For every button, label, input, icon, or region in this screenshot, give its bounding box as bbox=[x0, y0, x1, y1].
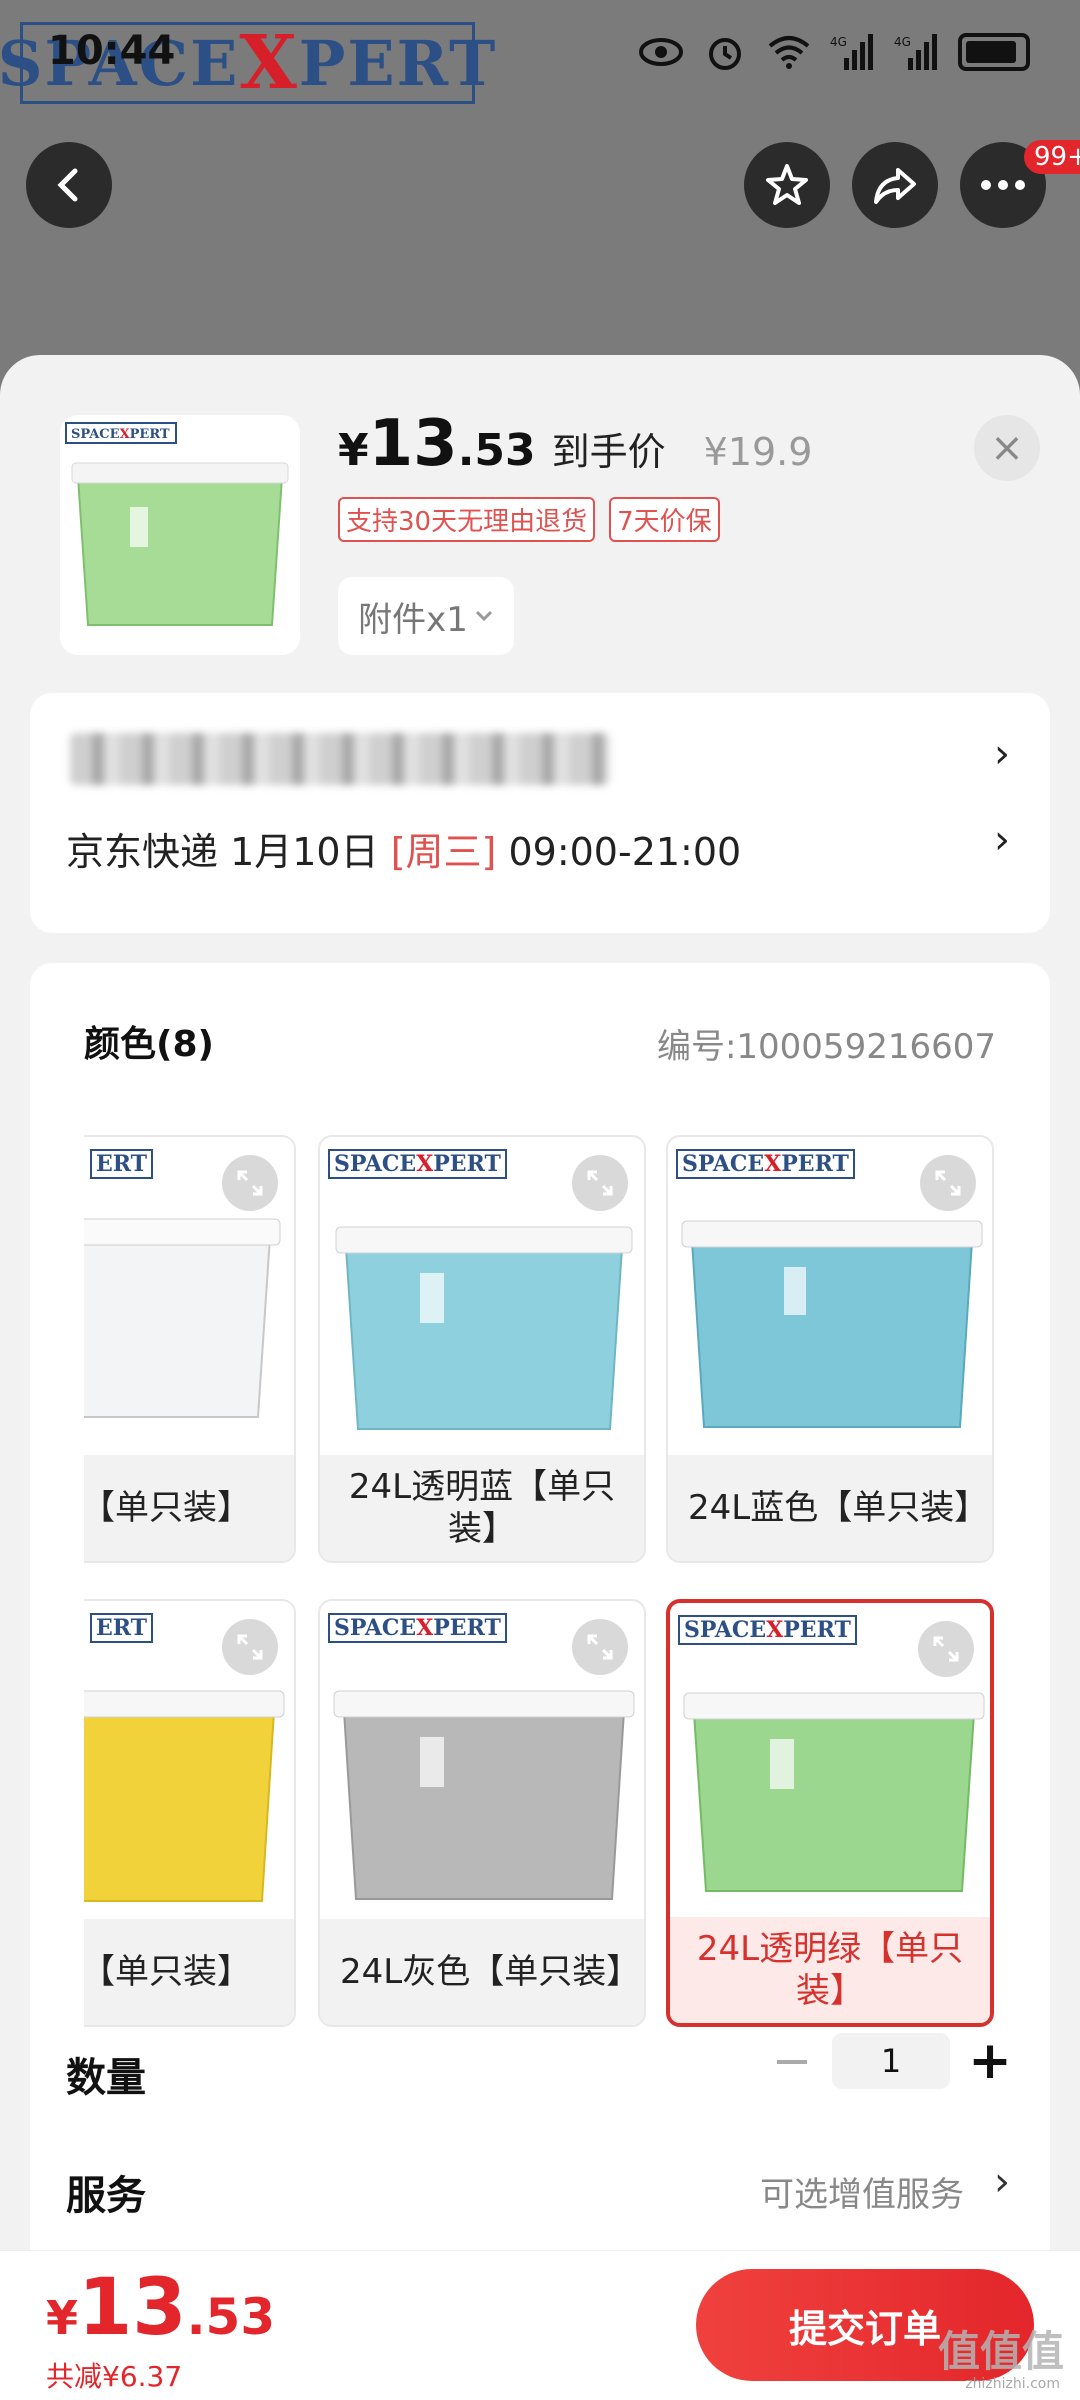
close-icon: × bbox=[990, 425, 1024, 471]
expand-icon[interactable] bbox=[222, 1619, 278, 1675]
variant-tile-gray[interactable]: SPACEXPERT 24L灰色【单只装】 bbox=[318, 1599, 646, 2027]
signal-4g-icon-2: 4G bbox=[894, 34, 937, 70]
notification-badge: 99+ bbox=[1024, 140, 1080, 174]
battery-icon bbox=[958, 33, 1030, 71]
quantity-stepper: − 1 + bbox=[768, 2031, 1014, 2091]
delivery-time[interactable]: 京东快递 1月10日 [周三] 09:00-21:00 bbox=[66, 821, 741, 876]
mini-logo: SPACEXPERT bbox=[328, 1613, 507, 1643]
final-price: ¥13.53 bbox=[338, 407, 536, 481]
chevron-right-icon[interactable]: › bbox=[994, 817, 1010, 863]
mini-logo: SPACEXPERT bbox=[676, 1149, 855, 1179]
signal-4g-icon: 4G bbox=[830, 34, 873, 70]
variant-label: 黄色【单只装】 bbox=[84, 1919, 294, 2025]
product-box-image: SPACEXPERT bbox=[65, 422, 289, 626]
variant-label: 24L蓝色【单只装】 bbox=[668, 1455, 992, 1561]
expand-icon[interactable] bbox=[572, 1155, 628, 1211]
accessory-dropdown[interactable]: 附件x1 bbox=[338, 577, 514, 655]
svg-text:SPACEXPERT: SPACEXPERT bbox=[71, 427, 170, 442]
variant-tile-blue[interactable]: SPACEXPERT 24L蓝色【单只装】 bbox=[666, 1135, 994, 1563]
variant-label: 24L透明蓝【单只装】 bbox=[320, 1455, 644, 1561]
chevron-left-icon bbox=[57, 168, 78, 202]
expand-icon[interactable] bbox=[918, 1621, 974, 1677]
delivery-card: › 京东快递 1月10日 [周三] 09:00-21:00 › bbox=[30, 693, 1050, 933]
decrease-button[interactable]: − bbox=[768, 2033, 816, 2089]
increase-button[interactable]: + bbox=[966, 2031, 1014, 2091]
back-button[interactable] bbox=[26, 142, 112, 228]
saved-amount: 共减¥6.37 bbox=[46, 2360, 183, 2393]
status-time: 10:44 bbox=[48, 28, 176, 74]
quantity-input[interactable]: 1 bbox=[832, 2033, 950, 2089]
status-icons: 4G 4G bbox=[638, 32, 1030, 72]
variant-label: 24L灰色【单只装】 bbox=[320, 1919, 644, 2025]
variant-label: 高透【单只装】 bbox=[84, 1455, 294, 1561]
mini-logo: ERT bbox=[90, 1613, 154, 1643]
wifi-icon bbox=[768, 36, 810, 69]
address-blurred[interactable] bbox=[70, 733, 610, 785]
variants-card: 颜色(8) 编号:100059216607 ERT 高透【单只装】 bbox=[30, 963, 1050, 2400]
price-row: ¥13.53 到手价 ¥19.9 bbox=[338, 407, 812, 481]
svg-text:4G: 4G bbox=[894, 35, 911, 49]
price-suffix: 到手价 bbox=[551, 430, 666, 474]
total-price: ¥13.53 bbox=[46, 2263, 276, 2353]
watermark: 值值值 bbox=[937, 2327, 1064, 2376]
mini-logo: SPACEXPERT bbox=[328, 1149, 507, 1179]
close-button[interactable]: × bbox=[974, 415, 1040, 481]
service-option[interactable]: 可选增值服务 bbox=[760, 2167, 964, 2216]
status-bar: SPACE X PERT 10:44 4G 4G bbox=[0, 0, 1080, 110]
variant-tile-clear-blue[interactable]: SPACEXPERT 24L透明蓝【单只装】 bbox=[318, 1135, 646, 1563]
star-icon bbox=[766, 164, 808, 205]
mini-logo: SPACEXPERT bbox=[678, 1615, 857, 1645]
mini-logo: ERT bbox=[90, 1149, 154, 1179]
accessory-label: 附件x1 bbox=[358, 599, 468, 640]
more-dots-icon bbox=[981, 180, 1025, 190]
sku-number: 编号:100059216607 bbox=[656, 1027, 996, 1067]
chevron-down-icon bbox=[475, 610, 492, 622]
service-tags: 支持30天无理由退货 7天价保 bbox=[338, 497, 720, 542]
expand-icon[interactable] bbox=[572, 1619, 628, 1675]
color-section-title: 颜色(8) bbox=[84, 1024, 214, 1065]
quantity-label: 数量 bbox=[66, 2055, 146, 2101]
expand-icon[interactable] bbox=[222, 1155, 278, 1211]
product-thumbnail[interactable]: SPACEXPERT bbox=[60, 415, 300, 655]
variant-tile-clear[interactable]: ERT 高透【单只装】 bbox=[84, 1135, 296, 1563]
original-price: ¥19.9 bbox=[703, 430, 813, 474]
return-policy-tag: 支持30天无理由退货 bbox=[338, 497, 596, 542]
chevron-right-icon[interactable]: › bbox=[994, 2159, 1010, 2205]
svg-text:4G: 4G bbox=[830, 35, 847, 49]
variant-tile-yellow[interactable]: ERT 黄色【单只装】 bbox=[84, 1599, 296, 2027]
service-label: 服务 bbox=[66, 2173, 146, 2219]
watermark-url: zhizhizhi.com bbox=[965, 2376, 1060, 2392]
chevron-right-icon[interactable]: › bbox=[994, 731, 1010, 777]
checkout-bar: ¥13.53 共减¥6.37 提交订单 bbox=[0, 2250, 1080, 2400]
eye-icon bbox=[639, 38, 683, 66]
share-button[interactable] bbox=[852, 142, 938, 228]
price-protect-tag: 7天价保 bbox=[609, 497, 720, 542]
favorite-button[interactable] bbox=[744, 142, 830, 228]
expand-icon[interactable] bbox=[920, 1155, 976, 1211]
sku-selector-sheet: SPACEXPERT ¥13.53 到手价 ¥19.9 × 支持30天无理由退货… bbox=[0, 355, 1080, 2400]
alarm-icon bbox=[709, 38, 741, 70]
variant-tile-clear-green[interactable]: SPACEXPERT 24L透明绿【单只装】 bbox=[666, 1599, 994, 2027]
variant-label: 24L透明绿【单只装】 bbox=[670, 1917, 990, 2023]
share-icon bbox=[874, 168, 916, 204]
